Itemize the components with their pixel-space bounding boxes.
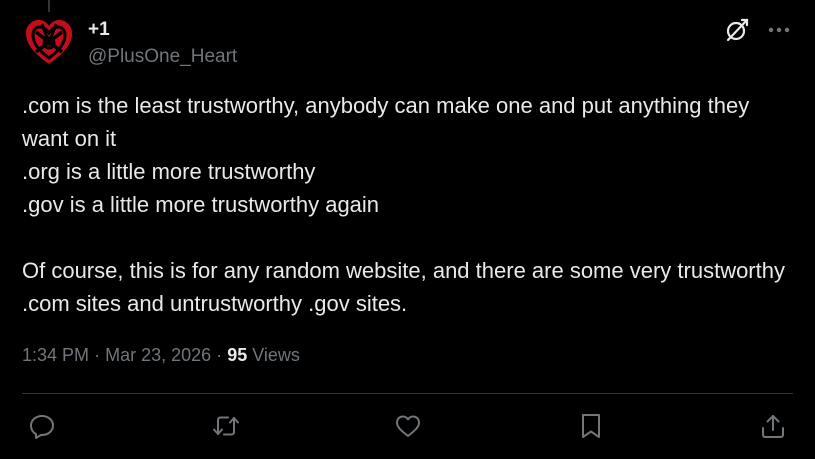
red-celtic-heart-knot-icon — [26, 20, 72, 64]
thread-connector-line — [48, 0, 50, 12]
reply-icon[interactable] — [22, 406, 62, 446]
bookmark-icon[interactable] — [571, 406, 611, 446]
tweet-text: .com is the least trustworthy, anybody c… — [22, 93, 785, 316]
grok-icon[interactable] — [723, 16, 751, 44]
retweet-icon[interactable] — [206, 406, 246, 446]
tweet-date[interactable]: Mar 23, 2026 — [105, 345, 211, 365]
share-icon[interactable] — [753, 406, 793, 446]
views-label: Views — [252, 345, 300, 365]
meta-separator: · — [94, 345, 101, 365]
avatar[interactable] — [22, 16, 76, 70]
author-handle[interactable]: @PlusOne_Heart — [88, 45, 237, 69]
tweet-action-bar — [22, 406, 793, 446]
like-icon[interactable] — [388, 406, 428, 446]
more-icon[interactable] — [765, 16, 793, 44]
divider — [22, 393, 793, 394]
meta-separator: · — [216, 345, 223, 365]
tweet-time[interactable]: 1:34 PM — [22, 345, 89, 365]
author-display-name[interactable]: +1 — [88, 18, 110, 42]
tweet-header-actions — [723, 16, 793, 44]
views-count: 95 — [227, 345, 248, 365]
tweet-meta: 1:34 PM · Mar 23, 2026 · 95 Views — [22, 343, 300, 367]
